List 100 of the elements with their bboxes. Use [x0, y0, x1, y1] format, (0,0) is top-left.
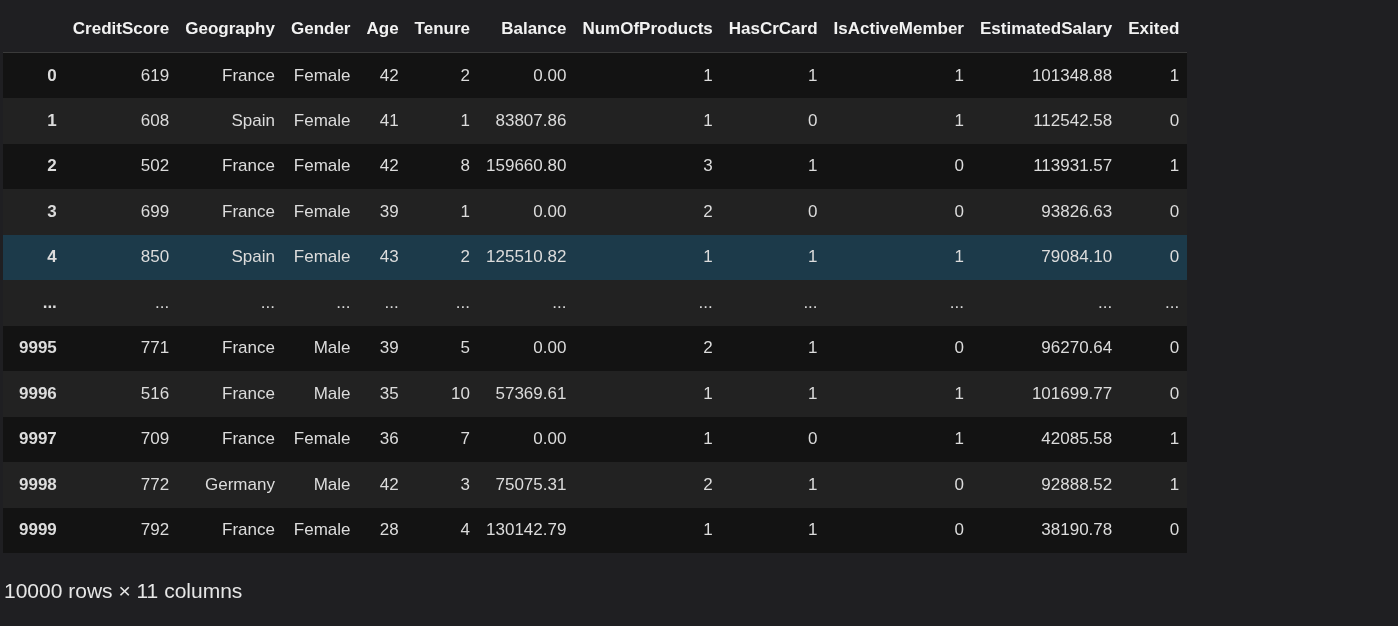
table-cell: 39	[358, 325, 407, 371]
table-cell: 699	[64, 189, 178, 235]
column-header: Tenure	[406, 6, 479, 53]
table-cell: 771	[64, 325, 178, 371]
table-cell: 2	[406, 52, 479, 98]
table-cell: 125510.82	[478, 234, 575, 280]
table-cell: 2	[574, 462, 721, 508]
row-index: 9999	[3, 507, 65, 553]
table-cell: 5	[406, 325, 479, 371]
table-cell: 101699.77	[971, 371, 1121, 417]
table-cell: France	[177, 52, 283, 98]
table-cell: 79084.10	[971, 234, 1121, 280]
table-cell: 38190.78	[971, 507, 1121, 553]
table-cell: 42	[358, 462, 407, 508]
table-cell: 850	[64, 234, 178, 280]
table-cell: 1	[574, 52, 721, 98]
table-cell: 772	[64, 462, 178, 508]
table-cell: 1	[1120, 416, 1188, 462]
table-cell: 0	[720, 98, 826, 144]
table-cell: 502	[64, 143, 178, 189]
table-cell: 130142.79	[478, 507, 575, 553]
table-cell: 43	[358, 234, 407, 280]
table-cell: 75075.31	[478, 462, 575, 508]
table-cell: 0	[720, 416, 826, 462]
table-cell: Female	[282, 98, 359, 144]
column-header: Geography	[177, 6, 283, 53]
table-cell: 1	[720, 462, 826, 508]
column-header: Gender	[282, 6, 359, 53]
table-cell: 0.00	[478, 189, 575, 235]
table-cell: 1	[406, 98, 479, 144]
table-cell: France	[177, 189, 283, 235]
table-cell: France	[177, 325, 283, 371]
table-cell: Male	[282, 462, 359, 508]
table-cell: 83807.86	[478, 98, 575, 144]
row-index: 3	[3, 189, 65, 235]
table-cell: Female	[282, 234, 359, 280]
table-cell: 1	[720, 52, 826, 98]
row-index: 2	[3, 143, 65, 189]
table-cell: 1	[720, 234, 826, 280]
table-cell: 7	[406, 416, 479, 462]
table-cell: 3	[406, 462, 479, 508]
table-cell: 516	[64, 371, 178, 417]
table-cell: 92888.52	[971, 462, 1121, 508]
table-cell: 28	[358, 507, 407, 553]
row-index: ...	[3, 280, 65, 326]
table-cell: 96270.64	[971, 325, 1121, 371]
table-cell: 0	[1120, 98, 1188, 144]
table-cell: 113931.57	[971, 143, 1121, 189]
table-cell: ...	[406, 280, 479, 326]
table-cell: 35	[358, 371, 407, 417]
table-cell: Male	[282, 371, 359, 417]
table-cell: 101348.88	[971, 52, 1121, 98]
table-cell: ...	[64, 280, 178, 326]
table-cell: 1	[825, 416, 972, 462]
table-cell: 0	[825, 325, 972, 371]
table-cell: 0	[1120, 371, 1188, 417]
table-cell: ...	[358, 280, 407, 326]
column-header: EstimatedSalary	[971, 6, 1121, 53]
table-cell: 36	[358, 416, 407, 462]
table-cell: 1	[574, 98, 721, 144]
column-header: HasCrCard	[720, 6, 826, 53]
table-cell: 1	[574, 234, 721, 280]
table-cell: 0.00	[478, 52, 575, 98]
column-header: IsActiveMember	[825, 6, 972, 53]
row-index: 9995	[3, 325, 65, 371]
table-cell: 0	[825, 507, 972, 553]
table-cell: 608	[64, 98, 178, 144]
table-cell: Germany	[177, 462, 283, 508]
table-cell: 1	[406, 189, 479, 235]
table-cell: 1	[1120, 462, 1188, 508]
table-cell: 1	[720, 143, 826, 189]
row-index: 9997	[3, 416, 65, 462]
table-cell: ...	[177, 280, 283, 326]
row-index: 4	[3, 234, 65, 280]
table-cell: ...	[825, 280, 972, 326]
table-cell: ...	[1120, 280, 1188, 326]
table-cell: ...	[282, 280, 359, 326]
table-cell: 0	[825, 143, 972, 189]
table-cell: 10	[406, 371, 479, 417]
column-header: CreditScore	[64, 6, 178, 53]
table-cell: 0	[1120, 507, 1188, 553]
row-index: 9998	[3, 462, 65, 508]
table-cell: Female	[282, 143, 359, 189]
table-cell: Female	[282, 507, 359, 553]
table-cell: 1	[574, 416, 721, 462]
table-cell: 159660.80	[478, 143, 575, 189]
table-cell: 0.00	[478, 325, 575, 371]
table-cell: 93826.63	[971, 189, 1121, 235]
table-cell: 0	[825, 189, 972, 235]
table-cell: 619	[64, 52, 178, 98]
table-cell: 1	[574, 507, 721, 553]
table-cell: ...	[574, 280, 721, 326]
column-header: Age	[358, 6, 407, 53]
table-cell: 4	[406, 507, 479, 553]
table-cell: 1	[574, 371, 721, 417]
shape-summary: 10000 rows × 11 columns	[3, 579, 244, 603]
table-cell: France	[177, 143, 283, 189]
table-cell: 41	[358, 98, 407, 144]
table-cell: 3	[574, 143, 721, 189]
table-cell: 1	[720, 325, 826, 371]
